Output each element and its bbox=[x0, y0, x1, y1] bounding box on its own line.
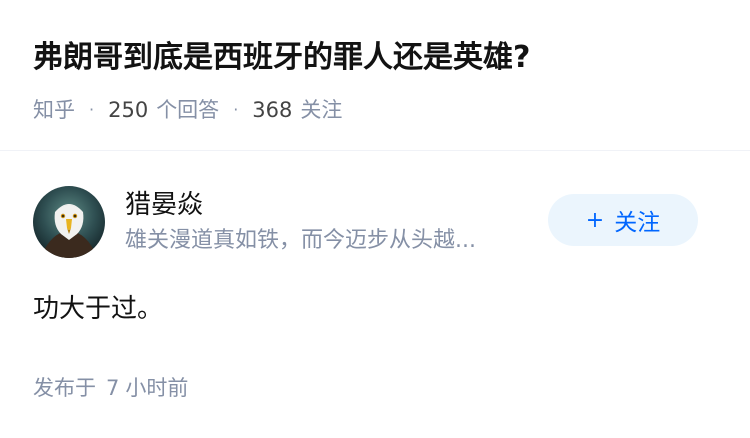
question-header: 弗朗哥到底是西班牙的罪人还是英雄? 知乎 · 250 个回答 · 368 关注 bbox=[0, 0, 750, 151]
author-name[interactable]: 猎晏焱 bbox=[125, 188, 203, 222]
answers-label: 个回答 bbox=[156, 98, 220, 122]
follow-button-label: 关注 bbox=[614, 210, 661, 236]
follow-button[interactable]: + 关注 bbox=[548, 194, 698, 246]
eagle-avatar-icon bbox=[33, 186, 105, 258]
author-row: 猎晏焱 雄关漫道真如铁，而今迈步从头越... + 关注 bbox=[33, 186, 713, 258]
question-meta: 知乎 · 250 个回答 · 368 关注 bbox=[33, 96, 342, 124]
time-value: 7 bbox=[106, 376, 120, 400]
plus-icon: + bbox=[585, 207, 605, 233]
meta-separator: · bbox=[233, 100, 239, 119]
followers-count: 368 bbox=[252, 98, 293, 122]
time-prefix: 发布于 bbox=[33, 376, 96, 400]
source-label[interactable]: 知乎 bbox=[33, 96, 75, 124]
avatar[interactable] bbox=[33, 186, 105, 258]
answers-count: 250 bbox=[108, 98, 149, 122]
answer-card: 猎晏焱 雄关漫道真如铁，而今迈步从头越... + 关注 功大于过。 发布于 7 小时… bbox=[0, 151, 750, 438]
author-headline: 雄关漫道真如铁，而今迈步从头越... bbox=[125, 228, 476, 253]
answer-time: 发布于 7 小时前 bbox=[33, 374, 188, 402]
question-title[interactable]: 弗朗哥到底是西班牙的罪人还是英雄? bbox=[33, 36, 530, 80]
time-unit: 小时前 bbox=[125, 376, 189, 400]
meta-separator: · bbox=[89, 100, 95, 119]
followers-label: 关注 bbox=[300, 98, 343, 122]
answer-content: 功大于过。 bbox=[33, 294, 164, 324]
